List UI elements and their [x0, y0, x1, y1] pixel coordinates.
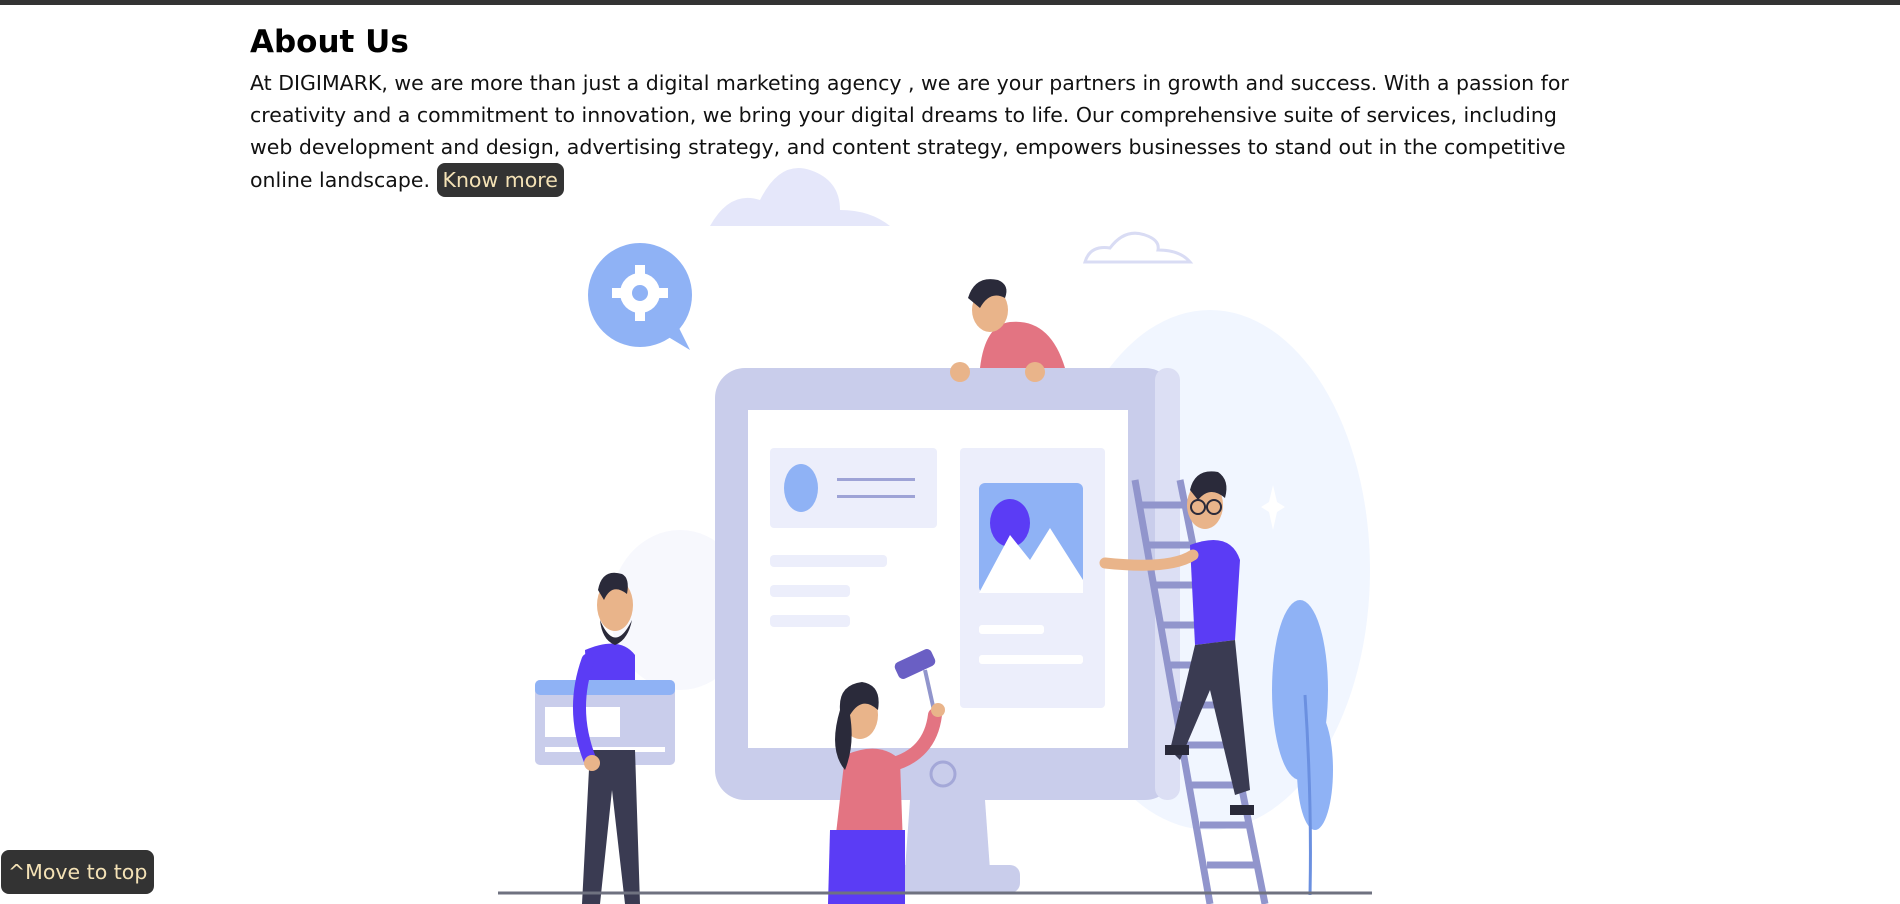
- top-bar: [0, 0, 1900, 5]
- person-on-monitor: [950, 279, 1065, 382]
- cloud-shape: [710, 168, 890, 226]
- cloud-outline: [1082, 231, 1194, 264]
- profile-avatar: [784, 464, 818, 512]
- team-illustration: [498, 168, 1372, 904]
- move-to-top-button[interactable]: ^Move to top: [1, 850, 155, 894]
- gear-speech-bubble-icon: [588, 243, 692, 350]
- monitor-stand: [905, 800, 990, 870]
- about-heading: About Us: [250, 24, 409, 60]
- plant: [1272, 600, 1333, 896]
